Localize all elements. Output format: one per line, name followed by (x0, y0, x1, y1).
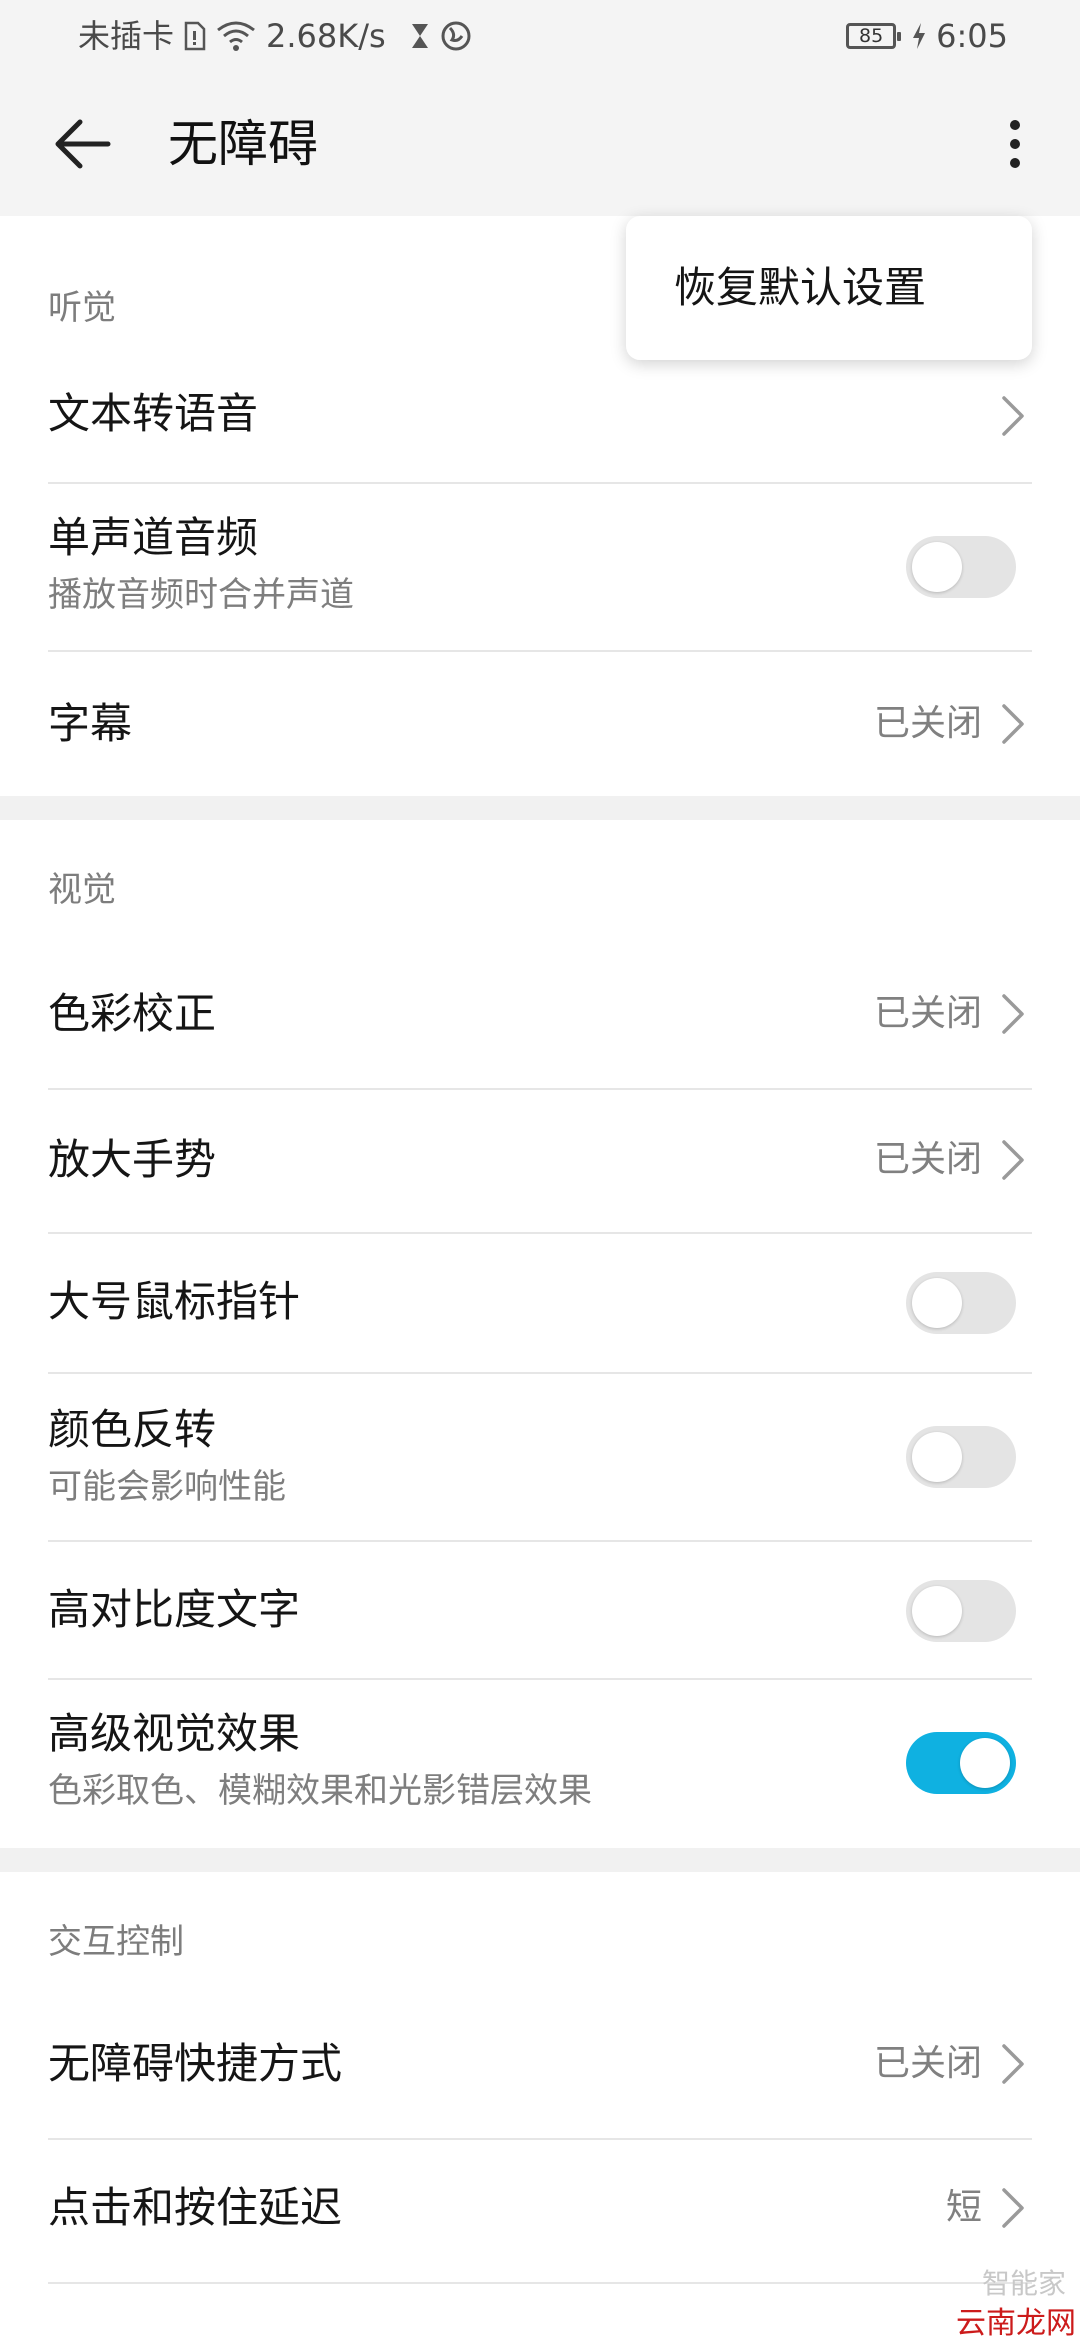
back-arrow-icon (55, 119, 111, 169)
more-dot-icon (1010, 158, 1020, 168)
large-pointer-switch[interactable] (906, 1272, 1016, 1334)
watermark: 智能家 云南龙网 (936, 2262, 1080, 2340)
section-divider (0, 796, 1080, 820)
setting-title: 单声道音频 (48, 513, 259, 562)
setting-high-contrast-text[interactable]: 高对比度文字 (0, 1542, 1080, 1680)
setting-title: 文本转语音 (48, 389, 259, 438)
section-header-vision: 视觉 (0, 820, 1080, 946)
more-dot-icon (1010, 139, 1020, 149)
section-header-label: 视觉 (48, 870, 116, 910)
status-bar: 未插卡 2.68K/s 85 6:05 (0, 0, 1080, 72)
hourglass-icon (410, 0, 430, 72)
setting-title: 颜色反转 (48, 1405, 217, 1454)
wifi-icon (216, 0, 256, 72)
section-header-label: 听觉 (48, 288, 116, 328)
mono-audio-switch[interactable] (906, 536, 1016, 598)
back-button[interactable] (48, 108, 120, 180)
chevron-right-icon (1002, 2188, 1024, 2228)
setting-title: 放大手势 (48, 1135, 217, 1184)
setting-value: 已关闭 (873, 993, 982, 1034)
watermark-bottom: 云南龙网 (952, 2298, 1080, 2340)
status-left: 未插卡 2.68K/s (78, 0, 472, 72)
setting-title: 无障碍快捷方式 (48, 2039, 343, 2088)
setting-touch-hold-delay[interactable]: 点击和按住延迟 短 (0, 2140, 1080, 2284)
setting-value: 已关闭 (873, 1139, 982, 1180)
more-options-button[interactable] (990, 108, 1038, 180)
section-header-interaction: 交互控制 (0, 1872, 1080, 1996)
high-contrast-switch[interactable] (906, 1580, 1016, 1642)
setting-subtitle: 可能会影响性能 (48, 1467, 286, 1507)
menu-item-restore-defaults[interactable]: 恢复默认设置 (674, 260, 926, 316)
setting-title: 高级视觉效果 (48, 1709, 301, 1758)
page-title: 无障碍 (168, 115, 318, 173)
setting-title: 字幕 (48, 699, 133, 748)
setting-title: 点击和按住延迟 (48, 2183, 343, 2232)
setting-value: 已关闭 (873, 703, 982, 744)
section-divider (0, 1848, 1080, 1872)
app-bar: 无障碍 (0, 72, 1080, 216)
more-dot-icon (1010, 120, 1020, 130)
chevron-right-icon (1002, 994, 1024, 1034)
setting-title: 大号鼠标指针 (48, 1277, 301, 1326)
setting-color-inversion[interactable]: 颜色反转 可能会影响性能 (0, 1374, 1080, 1542)
battery-icon: 85 (846, 23, 902, 49)
setting-title: 高对比度文字 (48, 1585, 301, 1634)
chevron-right-icon (1002, 2044, 1024, 2084)
watermark-top: 智能家 (981, 2267, 1066, 2300)
setting-value: 已关闭 (873, 2043, 982, 2084)
setting-subtitle: 色彩取色、模糊效果和光影错层效果 (48, 1771, 592, 1811)
setting-subtitle: 播放音频时合并声道 (48, 575, 354, 615)
chevron-right-icon (1002, 704, 1024, 744)
divider (48, 2282, 1032, 2284)
advanced-visual-switch[interactable] (906, 1732, 1016, 1794)
carrier-label: 未插卡 (78, 17, 175, 55)
settings-list: 听觉 文本转语音 单声道音频 播放音频时合并声道 字幕 已关闭 视觉 色彩校正 … (0, 216, 1080, 2284)
setting-advanced-visual-effects[interactable]: 高级视觉效果 色彩取色、模糊效果和光影错层效果 (0, 1680, 1080, 1848)
setting-accessibility-shortcut[interactable]: 无障碍快捷方式 已关闭 (0, 1996, 1080, 2140)
sim-icon (184, 0, 206, 72)
setting-captions[interactable]: 字幕 已关闭 (0, 652, 1080, 796)
setting-color-correction[interactable]: 色彩校正 已关闭 (0, 946, 1080, 1090)
status-right: 85 6:05 (846, 0, 1008, 72)
globe-icon (440, 0, 472, 72)
setting-magnification[interactable]: 放大手势 已关闭 (0, 1090, 1080, 1234)
color-inversion-switch[interactable] (906, 1426, 1016, 1488)
setting-large-pointer[interactable]: 大号鼠标指针 (0, 1234, 1080, 1374)
section-header-label: 交互控制 (48, 1922, 184, 1962)
overflow-menu: 恢复默认设置 (626, 216, 1032, 360)
network-speed: 2.68K/s (266, 17, 386, 55)
chevron-right-icon (1002, 396, 1024, 436)
chevron-right-icon (1002, 1140, 1024, 1180)
clock: 6:05 (936, 17, 1008, 55)
setting-mono-audio[interactable]: 单声道音频 播放音频时合并声道 (0, 484, 1080, 652)
setting-tts[interactable]: 文本转语音 (0, 350, 1080, 484)
setting-value: 短 (945, 2187, 982, 2228)
charging-icon (912, 0, 926, 72)
setting-title: 色彩校正 (48, 989, 217, 1038)
